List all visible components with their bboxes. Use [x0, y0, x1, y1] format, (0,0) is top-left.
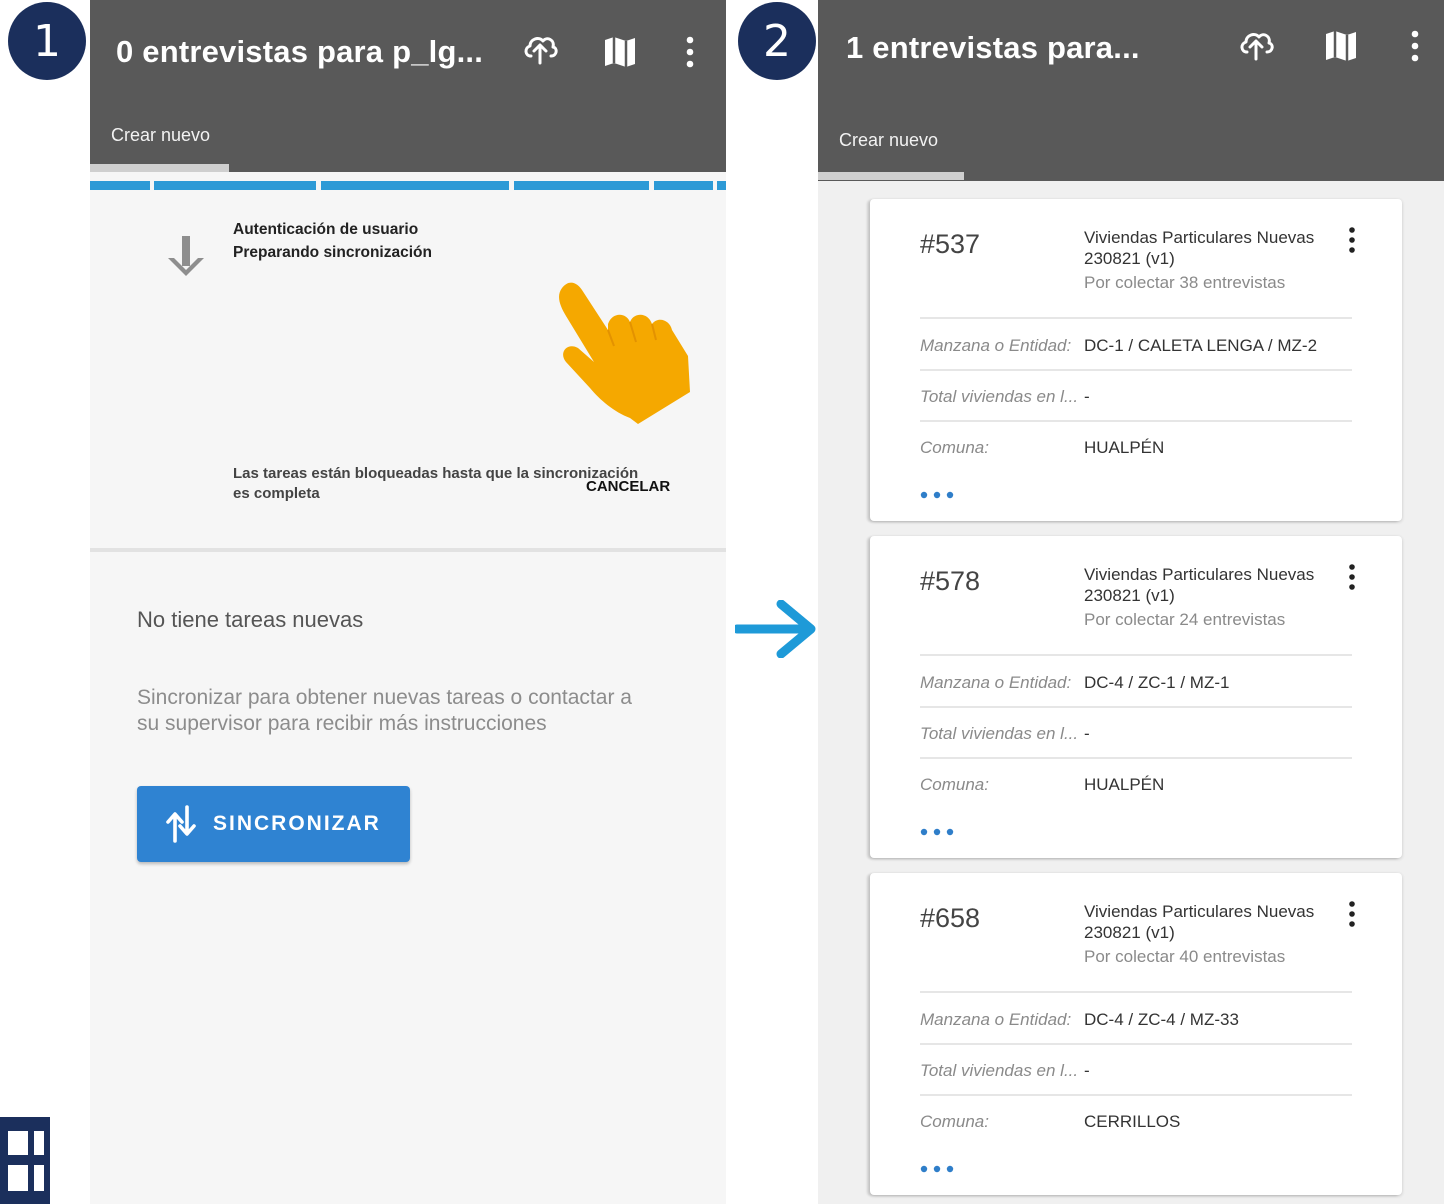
field-label: Total viviendas en l...	[920, 1061, 1079, 1080]
blocked-message-line1: Las tareas están bloqueadas hasta que la…	[233, 465, 639, 482]
task-subtitle: Por colectar 38 entrevistas	[1084, 273, 1286, 292]
arrow-down-icon	[168, 236, 204, 276]
field-label: Comuna:	[920, 1112, 989, 1131]
task-title-line1: Viviendas Particulares Nuevas	[1084, 565, 1315, 584]
step-badge-2: 2	[738, 2, 816, 80]
app-title: 0 entrevistas para p_lg...	[116, 34, 484, 69]
screen-1: 0 entrevistas para p_lg... Crear nuevo A…	[90, 0, 726, 1204]
task-number: #578	[920, 566, 981, 596]
field-label: Total viviendas en l...	[920, 387, 1079, 406]
more-horiz-icon[interactable]	[920, 491, 956, 499]
logo-grid-icon	[0, 1117, 50, 1204]
sync-button-label: SINCRONIZAR	[213, 812, 381, 835]
card-divider	[920, 369, 1352, 371]
task-title-line2: 230821 (v1)	[1084, 923, 1175, 942]
field-value: CERRILLOS	[1084, 1112, 1181, 1131]
app-title: 1 entrevistas para...	[846, 30, 1140, 65]
task-subtitle: Por colectar 24 entrevistas	[1084, 610, 1286, 629]
field-label: Manzana o Entidad:	[920, 1010, 1072, 1029]
card-divider	[920, 706, 1352, 708]
card-divider	[920, 654, 1352, 656]
task-card[interactable]: #578 Viviendas Particulares Nuevas 23082…	[870, 536, 1402, 858]
section-divider	[90, 548, 726, 552]
field-value: -	[1084, 1061, 1090, 1080]
progress-segment	[154, 181, 316, 190]
field-value: DC-4 / ZC-4 / MZ-33	[1084, 1010, 1239, 1029]
task-title: Viviendas Particulares Nuevas 230821 (v1…	[1084, 227, 1344, 269]
task-number: #537	[920, 229, 981, 259]
progress-segment	[717, 181, 726, 190]
empty-state-subtitle-line1: Sincronizar para obtener nuevas tareas o…	[137, 686, 632, 709]
tab-indicator	[818, 172, 964, 180]
card-divider	[920, 317, 1352, 319]
field-value: -	[1084, 387, 1090, 406]
app-bar: 0 entrevistas para p_lg... Crear nuevo	[90, 0, 726, 172]
tab-crear-nuevo[interactable]: Crear nuevo	[111, 125, 210, 146]
tab-indicator	[90, 164, 229, 172]
hand-pointer-icon	[559, 282, 690, 424]
task-title-line1: Viviendas Particulares Nuevas	[1084, 228, 1315, 247]
progress-segment	[90, 181, 150, 190]
screen-2: 1 entrevistas para... Crear nuevo #537 V…	[818, 0, 1444, 1204]
app-bar: 1 entrevistas para... Crear nuevo	[818, 0, 1444, 181]
empty-state-subtitle-line2: su supervisor para recibir más instrucci…	[137, 712, 547, 735]
task-title: Viviendas Particulares Nuevas 230821 (v1…	[1084, 901, 1344, 943]
field-label: Total viviendas en l...	[920, 724, 1079, 743]
card-divider	[920, 991, 1352, 993]
cancel-button[interactable]: CANCELAR	[586, 478, 670, 495]
cloud-upload-icon[interactable]	[520, 30, 560, 70]
task-title-line1: Viviendas Particulares Nuevas	[1084, 902, 1315, 921]
more-vert-icon[interactable]	[670, 32, 710, 72]
blocked-message-line2: es completa	[233, 485, 320, 502]
card-more-icon[interactable]	[1346, 564, 1358, 590]
field-label: Comuna:	[920, 775, 989, 794]
sync-button[interactable]: SINCRONIZAR	[137, 786, 410, 862]
sync-arrows-icon	[166, 805, 196, 843]
cloud-upload-icon[interactable]	[1236, 26, 1276, 66]
task-title-line2: 230821 (v1)	[1084, 586, 1175, 605]
card-divider	[920, 420, 1352, 422]
step-badge-1: 1	[8, 2, 86, 80]
map-icon[interactable]	[1321, 26, 1361, 66]
arrow-right-icon	[735, 600, 816, 658]
task-title-line2: 230821 (v1)	[1084, 249, 1175, 268]
field-label: Manzana o Entidad:	[920, 673, 1072, 692]
field-value: HUALPÉN	[1084, 438, 1165, 457]
tab-crear-nuevo[interactable]: Crear nuevo	[839, 130, 938, 151]
sync-progress-bar	[90, 181, 726, 190]
card-divider	[920, 1094, 1352, 1096]
task-number: #658	[920, 903, 981, 933]
field-label: Manzana o Entidad:	[920, 336, 1072, 355]
progress-segment	[321, 181, 509, 190]
field-value: DC-4 / ZC-1 / MZ-1	[1084, 673, 1230, 692]
card-divider	[920, 1043, 1352, 1045]
sync-status-line2: Preparando sincronización	[233, 244, 432, 261]
more-horiz-icon[interactable]	[920, 1165, 956, 1173]
empty-state-title: No tiene tareas nuevas	[137, 607, 364, 632]
task-subtitle: Por colectar 40 entrevistas	[1084, 947, 1286, 966]
map-icon[interactable]	[600, 32, 640, 72]
task-title: Viviendas Particulares Nuevas 230821 (v1…	[1084, 564, 1344, 606]
card-more-icon[interactable]	[1346, 901, 1358, 927]
more-horiz-icon[interactable]	[920, 828, 956, 836]
field-value: HUALPÉN	[1084, 775, 1165, 794]
task-card[interactable]: #658 Viviendas Particulares Nuevas 23082…	[870, 873, 1402, 1195]
field-value: -	[1084, 724, 1090, 743]
card-divider	[920, 757, 1352, 759]
progress-segment	[514, 181, 649, 190]
card-more-icon[interactable]	[1346, 227, 1358, 253]
field-label: Comuna:	[920, 438, 989, 457]
progress-segment	[654, 181, 713, 190]
sync-status-line1: Autenticación de usuario	[233, 221, 419, 238]
task-card[interactable]: #537 Viviendas Particulares Nuevas 23082…	[870, 199, 1402, 521]
more-vert-icon[interactable]	[1395, 26, 1435, 66]
field-value: DC-1 / CALETA LENGA / MZ-2	[1084, 336, 1318, 355]
